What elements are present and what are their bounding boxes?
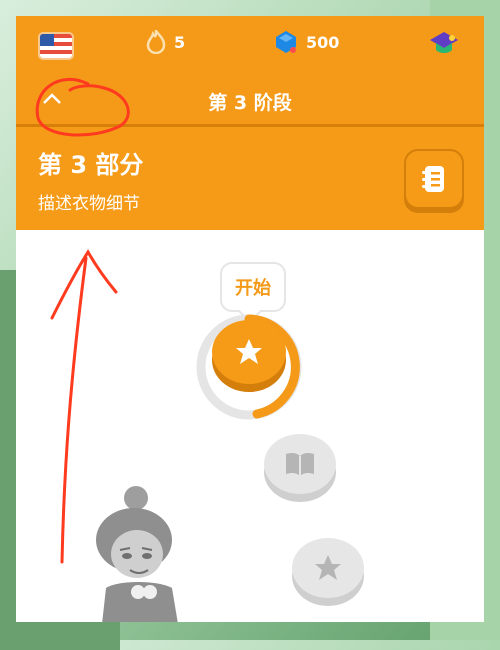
gems-counter[interactable]: 500 [274, 30, 339, 54]
locked-lesson-node[interactable] [264, 434, 336, 494]
super-icon[interactable] [428, 28, 460, 62]
stage-header: 第 3 阶段 [16, 76, 484, 127]
streak-counter[interactable]: 5 [146, 30, 185, 54]
book-icon [286, 452, 314, 476]
star-icon [315, 555, 341, 580]
guidebook-button[interactable] [404, 149, 464, 209]
streak-count: 5 [174, 32, 186, 52]
top-bar: 5 500 第 3 阶段 [16, 16, 484, 127]
start-lesson-node[interactable] [212, 320, 286, 384]
star-icon [236, 339, 262, 364]
locked-star-node[interactable] [292, 538, 364, 598]
section-subtitle: 描述衣物细节 [38, 194, 140, 214]
flame-icon [146, 30, 166, 54]
gem-icon [276, 31, 296, 53]
unit-banner: 第 3 部分 描述衣物细节 [16, 127, 484, 230]
grandma-character [96, 486, 178, 622]
phone-screen: 5 500 第 3 阶段 第 3 部分 描述衣物细节 开始 [16, 16, 484, 622]
gems-count: 500 [306, 32, 340, 52]
us-flag-icon[interactable] [38, 32, 74, 60]
notebook-icon [422, 166, 444, 192]
section-title: 第 3 部分 [38, 151, 144, 179]
stage-title: 第 3 阶段 [208, 92, 292, 114]
